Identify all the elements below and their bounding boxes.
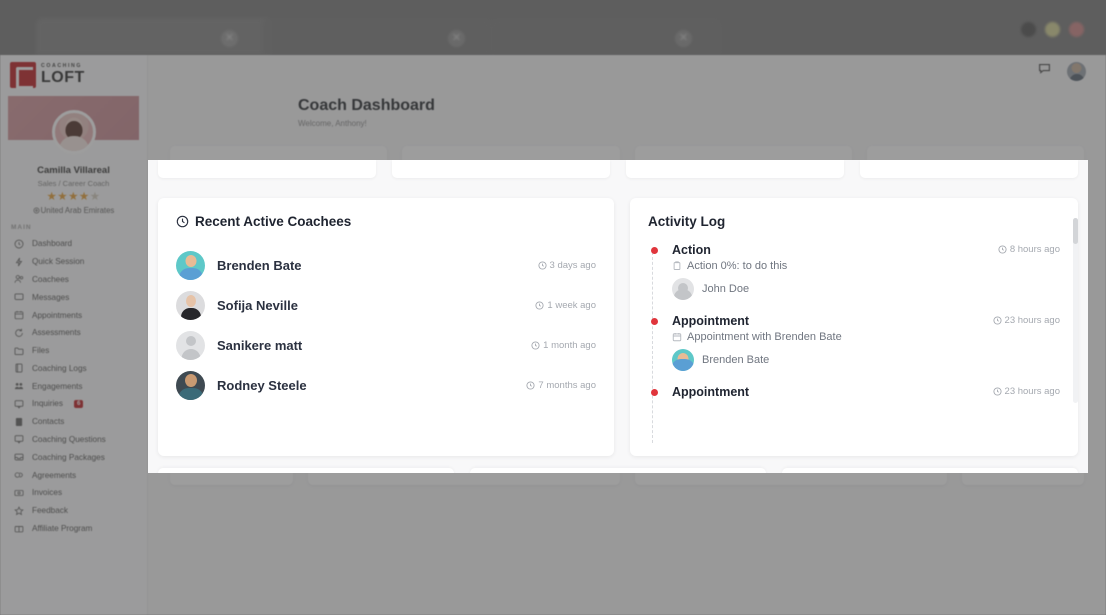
modal-top-card-strip (148, 160, 1088, 178)
partial-card[interactable] (626, 160, 844, 178)
coachee-name: Sanikere matt (217, 338, 302, 353)
clock-icon (531, 341, 540, 350)
activity-item[interactable]: Appointment 23 hours ago (650, 385, 1060, 399)
activity-person-name: Brenden Bate (702, 354, 769, 366)
clock-icon (176, 215, 189, 228)
clock-icon (993, 387, 1002, 396)
avatar-sofija-neville (176, 291, 205, 320)
clock-icon (526, 381, 535, 390)
avatar-john-doe (672, 278, 694, 300)
partial-card[interactable] (860, 160, 1078, 178)
activity-person[interactable]: John Doe (672, 278, 1060, 300)
activity-bullet (651, 389, 658, 396)
dashboard-modal-region: Recent Active Coachees Brenden Bate 3 da… (148, 160, 1088, 473)
activity-person-name: John Doe (702, 283, 749, 295)
coachee-time: 1 week ago (535, 300, 596, 311)
activity-time: 23 hours ago (993, 315, 1060, 326)
avatar-brenden-bate (176, 251, 205, 280)
coachee-row[interactable]: Rodney Steele 7 months ago (176, 365, 596, 405)
activity-time-label: 23 hours ago (1005, 386, 1060, 397)
modal-panels-grid: Recent Active Coachees Brenden Bate 3 da… (148, 178, 1088, 456)
activity-bullet (651, 247, 658, 254)
activity-log-scrollbar-thumb[interactable] (1073, 218, 1078, 244)
activity-log-title-label: Activity Log (648, 214, 725, 229)
partial-card[interactable] (392, 160, 610, 178)
activity-log-title: Activity Log (648, 214, 1060, 229)
recent-active-coachees-title-label: Recent Active Coachees (195, 214, 351, 229)
coachee-time-label: 1 month ago (543, 340, 596, 351)
clock-icon (538, 261, 547, 270)
activity-person[interactable]: Brenden Bate (672, 349, 1060, 371)
calendar-clock-icon (672, 332, 682, 342)
coachee-row[interactable]: Sanikere matt 1 month ago (176, 325, 596, 365)
recent-active-coachees-title: Recent Active Coachees (176, 214, 596, 229)
activity-type: Appointment (672, 385, 749, 399)
coachee-time: 7 months ago (526, 380, 596, 391)
coachee-row[interactable]: Sofija Neville 1 week ago (176, 285, 596, 325)
coachee-time: 1 month ago (531, 340, 596, 351)
activity-item[interactable]: Action 8 hours ago Action 0%: to do this (650, 243, 1060, 300)
activity-type: Action (672, 243, 711, 257)
partial-card[interactable] (158, 160, 376, 178)
activity-time-label: 8 hours ago (1010, 244, 1060, 255)
partial-card[interactable] (470, 468, 766, 473)
avatar-brenden-bate (672, 349, 694, 371)
clock-icon (998, 245, 1007, 254)
avatar-sanikere-matt (176, 331, 205, 360)
activity-time: 23 hours ago (993, 386, 1060, 397)
modal-bottom-card-strip (148, 456, 1088, 473)
recent-active-coachees-panel: Recent Active Coachees Brenden Bate 3 da… (158, 198, 614, 456)
coachee-name: Rodney Steele (217, 378, 307, 393)
activity-item[interactable]: Appointment 23 hours ago Appointment wit… (650, 314, 1060, 371)
activity-type: Appointment (672, 314, 749, 328)
clock-icon (993, 316, 1002, 325)
partial-card[interactable] (158, 468, 454, 473)
avatar-rodney-steele (176, 371, 205, 400)
activity-description: Action 0%: to do this (672, 260, 1060, 272)
activity-description-label: Appointment with Brenden Bate (687, 331, 842, 343)
activity-log-panel: Activity Log Action 8 hours ago (630, 198, 1078, 456)
activity-log-list: Action 8 hours ago Action 0%: to do this (648, 243, 1060, 443)
coachee-time-label: 1 week ago (547, 300, 596, 311)
activity-bullet (651, 318, 658, 325)
screen: ✕ ✕ ✕ COACHING LOFT Camilla Villareal (0, 0, 1106, 615)
clipboard-icon (672, 261, 682, 271)
activity-time-label: 23 hours ago (1005, 315, 1060, 326)
activity-description-label: Action 0%: to do this (687, 260, 787, 272)
partial-card[interactable] (782, 468, 1078, 473)
coachee-list: Brenden Bate 3 days ago Sofija Neville 1… (176, 245, 596, 405)
coachee-time-label: 7 months ago (538, 380, 596, 391)
activity-log-scrollbar[interactable] (1073, 218, 1078, 403)
clock-icon (535, 301, 544, 310)
coachee-name: Sofija Neville (217, 298, 298, 313)
coachee-row[interactable]: Brenden Bate 3 days ago (176, 245, 596, 285)
activity-time: 8 hours ago (998, 244, 1060, 255)
coachee-name: Brenden Bate (217, 258, 302, 273)
coachee-time: 3 days ago (538, 260, 596, 271)
activity-description: Appointment with Brenden Bate (672, 331, 1060, 343)
coachee-time-label: 3 days ago (550, 260, 596, 271)
